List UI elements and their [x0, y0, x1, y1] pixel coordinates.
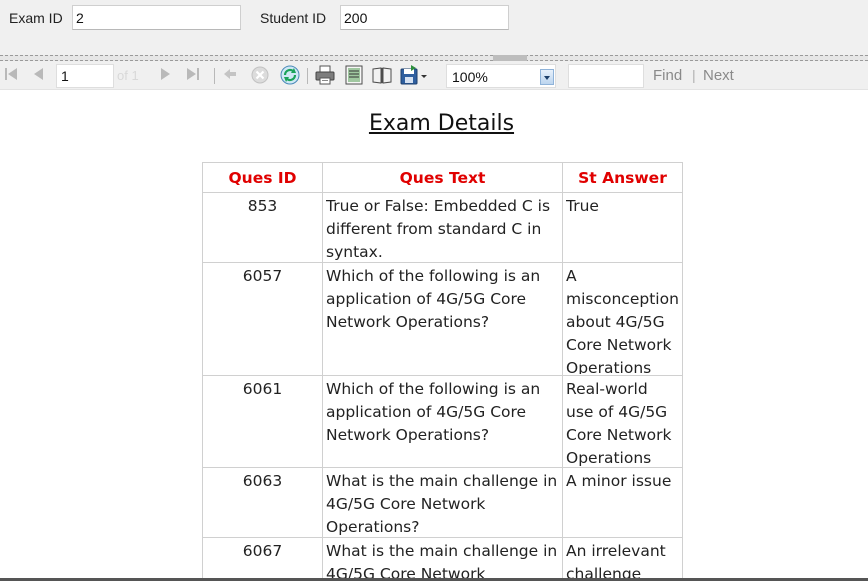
st-answer: A minor issue — [566, 472, 672, 490]
parameter-area: Exam ID Student ID — [0, 0, 868, 55]
column-header-ques-id: Ques ID — [202, 162, 323, 193]
page-count-label: of 1 — [117, 68, 139, 83]
table-row: 853 True or False: Embedded C is differe… — [202, 192, 683, 263]
table-row: 6067 What is the main challenge in 4G/5G… — [202, 537, 683, 581]
ques-text: What is the main challenge in 4G/5G Core… — [326, 542, 558, 581]
print-icon[interactable] — [314, 64, 336, 86]
last-page-icon[interactable] — [186, 66, 200, 82]
ques-text: True or False: Embedded C is different f… — [326, 197, 551, 261]
ques-id-cell: 853 — [202, 192, 323, 263]
table-row: 6057 Which of the following is an applic… — [202, 262, 683, 376]
table-row: 6063 What is the main challenge in 4G/5G… — [202, 467, 683, 538]
ques-id-cell: 6061 — [202, 375, 323, 468]
ques-text-cell: Which of the following is an application… — [322, 262, 563, 376]
ques-text-cell: True or False: Embedded C is different f… — [322, 192, 563, 263]
exam-id-input[interactable] — [72, 5, 241, 30]
print-layout-icon[interactable] — [343, 64, 365, 86]
page-setup-icon[interactable] — [371, 64, 393, 86]
ques-text-cell: Which of the following is an application… — [322, 375, 563, 468]
table-header-row: Ques ID Ques Text St Answer — [202, 162, 683, 193]
report-viewer[interactable]: Exam Details Ques ID Ques Text St Answer… — [0, 91, 868, 581]
st-answer-cell: Real-world use of 4G/5G Core Network Ope… — [562, 375, 683, 468]
toolbar-separator — [307, 68, 308, 84]
st-answer-cell: True — [562, 192, 683, 263]
st-answer: A misconception about 4G/5G Core Network… — [566, 267, 679, 374]
table-row: 6061 Which of the following is an applic… — [202, 375, 683, 468]
zoom-value: 100% — [452, 69, 488, 85]
previous-page-icon[interactable] — [32, 66, 44, 82]
ques-text-cell: What is the main challenge in 4G/5G Core… — [322, 467, 563, 538]
ques-text-cell: What is the main challenge in 4G/5G Core… — [322, 537, 563, 581]
ques-id-cell: 6067 — [202, 537, 323, 581]
next-page-icon[interactable] — [160, 66, 172, 82]
zoom-select[interactable]: 100% — [446, 64, 556, 88]
ques-id-cell: 6063 — [202, 467, 323, 538]
student-id-label: Student ID — [260, 10, 327, 26]
st-answer-cell: A misconception about 4G/5G Core Network… — [562, 262, 683, 376]
find-separator: | — [692, 67, 696, 83]
find-input[interactable] — [568, 64, 644, 88]
exam-details-table: Ques ID Ques Text St Answer 853 True or … — [202, 162, 683, 581]
column-header-st-answer: St Answer — [562, 162, 683, 193]
page-number-input[interactable] — [56, 64, 114, 88]
ques-text: Which of the following is an application… — [326, 267, 541, 331]
toolbar-separator — [214, 68, 215, 84]
st-answer: Real-world use of 4G/5G Core Network Ope… — [566, 380, 672, 466]
stop-icon[interactable] — [250, 65, 270, 85]
column-header-ques-text: Ques Text — [322, 162, 563, 193]
exam-id-label: Exam ID — [9, 10, 63, 26]
student-id-input[interactable] — [340, 5, 509, 30]
st-answer-cell: An irrelevant challenge — [562, 537, 683, 581]
ques-text: What is the main challenge in 4G/5G Core… — [326, 472, 558, 536]
find-link[interactable]: Find — [653, 67, 682, 84]
report-title: Exam Details — [368, 111, 515, 136]
st-answer-cell: A minor issue — [562, 467, 683, 538]
export-icon[interactable] — [399, 64, 429, 86]
report-toolbar: of 1 100% Find | Next — [0, 61, 868, 90]
chevron-down-icon[interactable] — [540, 69, 554, 85]
ques-text: Which of the following is an application… — [326, 380, 541, 444]
next-link[interactable]: Next — [703, 67, 734, 84]
back-icon[interactable] — [222, 66, 238, 82]
st-answer: An irrelevant challenge — [566, 542, 666, 581]
ques-id-cell: 6057 — [202, 262, 323, 376]
st-answer: True — [566, 197, 599, 215]
refresh-icon[interactable] — [279, 64, 301, 86]
first-page-icon[interactable] — [4, 66, 18, 82]
